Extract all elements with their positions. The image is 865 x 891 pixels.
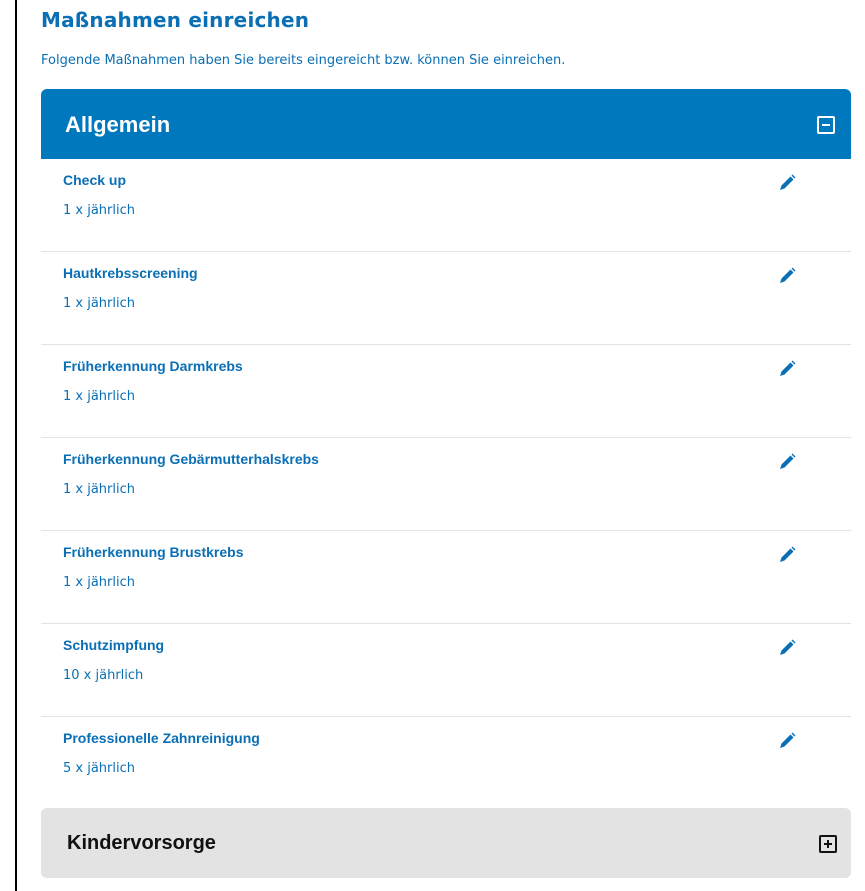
measure-frequency: 10 x jährlich — [63, 668, 144, 683]
section-kindervorsorge[interactable]: Kindervorsorge — [41, 808, 851, 878]
measure-title: Hautkrebsscreening — [63, 265, 198, 281]
pencil-icon[interactable] — [777, 266, 797, 286]
section-title: Kindervorsorge — [67, 832, 216, 854]
measures-list: Check up 1 x jährlich Hautkrebsscreening… — [41, 159, 851, 809]
measure-title: Check up — [63, 172, 127, 188]
pencil-icon[interactable] — [777, 638, 797, 658]
measure-title: Früherkennung Brustkrebs — [63, 544, 244, 560]
measure-frequency: 1 x jährlich — [63, 296, 136, 311]
expand-icon[interactable] — [819, 835, 837, 853]
list-item: Schutzimpfung 10 x jährlich — [41, 624, 851, 717]
measure-title: Schutzimpfung — [63, 637, 165, 653]
list-item: Früherkennung Brustkrebs 1 x jährlich — [41, 531, 851, 624]
pencil-icon[interactable] — [777, 545, 797, 565]
measure-frequency: 1 x jährlich — [63, 203, 136, 218]
measure-frequency: 1 x jährlich — [63, 389, 136, 404]
measure-frequency: 1 x jährlich — [63, 575, 136, 590]
pencil-icon[interactable] — [777, 359, 797, 379]
page-title: Maßnahmen einreichen — [41, 8, 310, 32]
measure-title: Früherkennung Gebärmutterhalskrebs — [63, 451, 319, 467]
list-item: Früherkennung Gebärmutterhalskrebs 1 x j… — [41, 438, 851, 531]
section-title: Allgemein — [65, 112, 171, 137]
pencil-icon[interactable] — [777, 452, 797, 472]
list-item: Check up 1 x jährlich — [41, 159, 851, 252]
collapse-icon[interactable] — [817, 116, 835, 134]
section-allgemein: Allgemein Check up 1 x jährlich Hautkreb… — [41, 89, 851, 809]
list-item: Früherkennung Darmkrebs 1 x jährlich — [41, 345, 851, 438]
page-subtitle: Folgende Maßnahmen haben Sie bereits ein… — [41, 53, 566, 68]
measure-frequency: 1 x jährlich — [63, 482, 136, 497]
list-item: Professionelle Zahnreinigung 5 x jährlic… — [41, 717, 851, 809]
pencil-icon[interactable] — [777, 731, 797, 751]
measure-title: Professionelle Zahnreinigung — [63, 730, 260, 746]
measure-frequency: 5 x jährlich — [63, 761, 136, 776]
measure-title: Früherkennung Darmkrebs — [63, 358, 243, 374]
section-header-allgemein[interactable]: Allgemein — [41, 89, 851, 159]
list-item: Hautkrebsscreening 1 x jährlich — [41, 252, 851, 345]
pencil-icon[interactable] — [777, 173, 797, 193]
main-frame: Maßnahmen einreichen Folgende Maßnahmen … — [15, 0, 865, 891]
